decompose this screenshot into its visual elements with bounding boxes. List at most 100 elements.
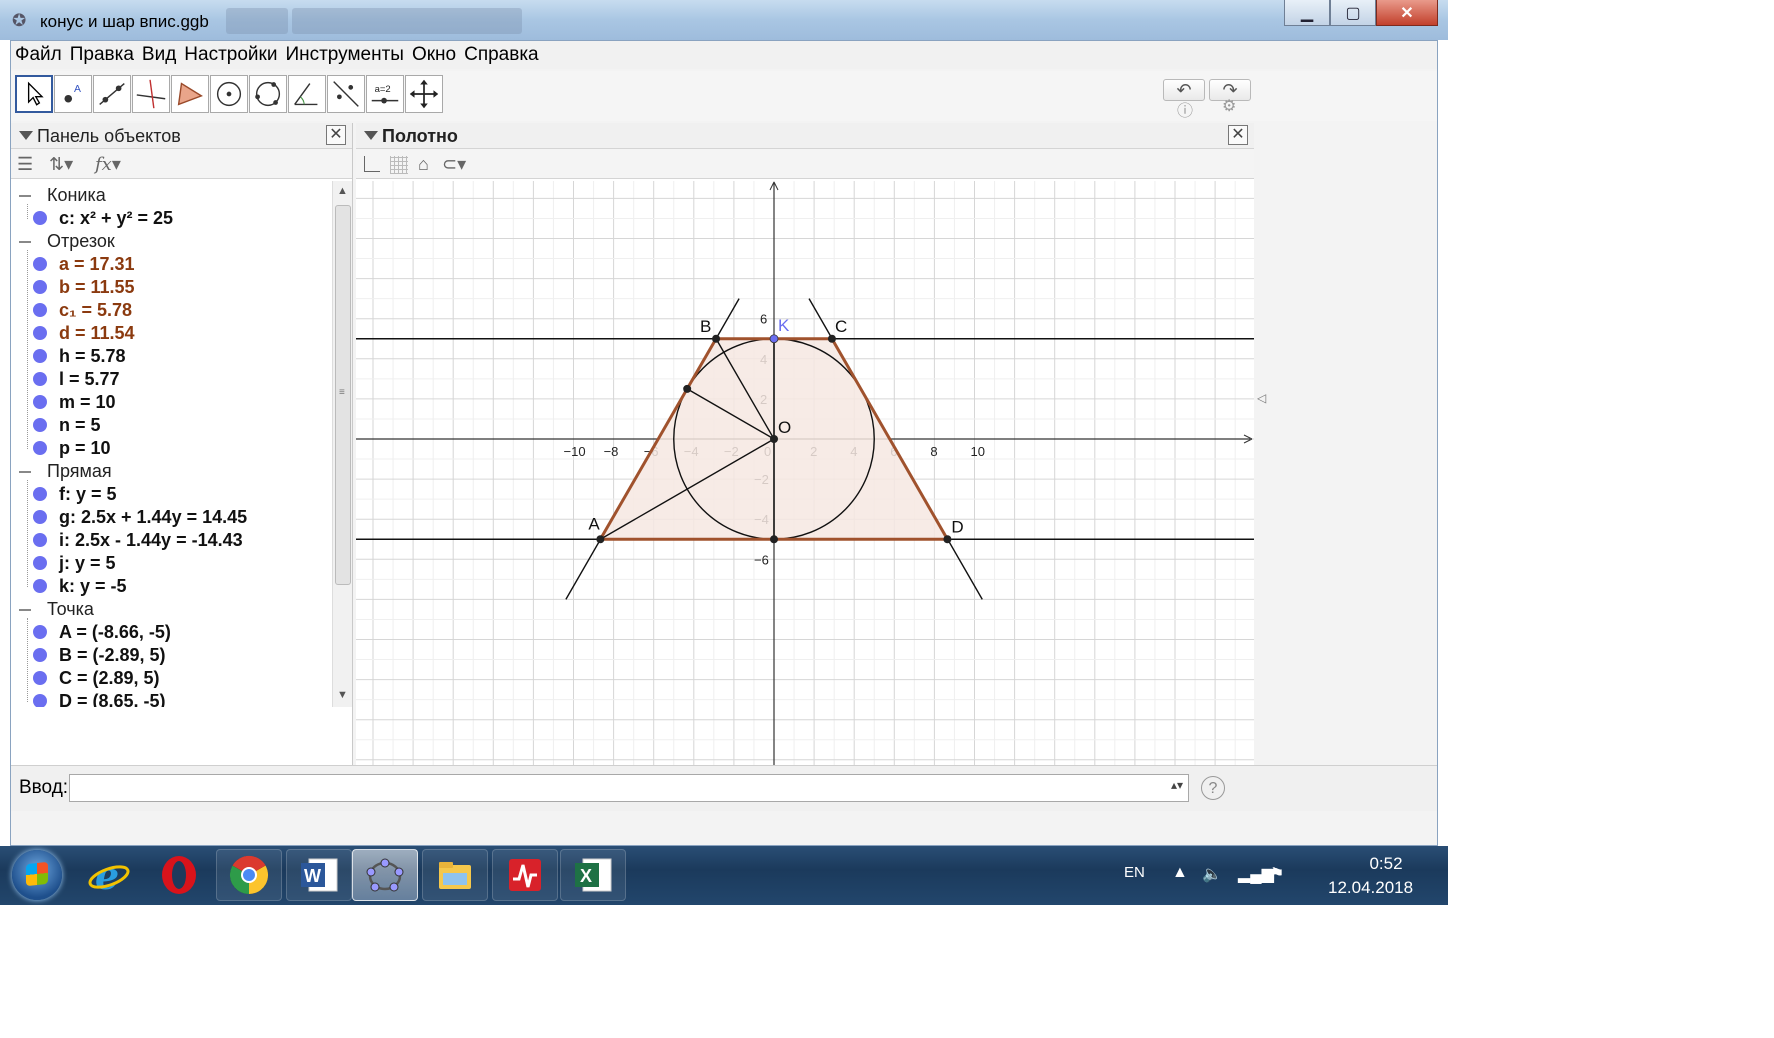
visibility-toggle-icon[interactable]: [33, 418, 47, 432]
point-K[interactable]: [769, 334, 779, 344]
point-tool-icon[interactable]: A: [54, 75, 92, 113]
algebra-category[interactable]: Коника: [19, 185, 106, 206]
close-icon[interactable]: ✕: [326, 125, 346, 145]
graphics-canvas[interactable]: −10−8−6−4−20246810642−2−4−6ABCDKO: [356, 181, 1254, 765]
visibility-toggle-icon[interactable]: [33, 257, 47, 271]
visibility-toggle-icon[interactable]: [33, 280, 47, 294]
show-hidden-icons-icon[interactable]: ▲: [1172, 864, 1188, 882]
menu-item[interactable]: Вид: [142, 44, 176, 66]
algebra-item[interactable]: B = (-2.89, 5): [33, 645, 166, 666]
reflect-tool-icon[interactable]: [327, 75, 365, 113]
menu-item[interactable]: Настройки: [184, 44, 277, 66]
menu-item[interactable]: Файл: [15, 44, 62, 66]
visibility-toggle-icon[interactable]: [33, 349, 47, 363]
point-A[interactable]: [596, 535, 605, 544]
point-D[interactable]: [943, 535, 952, 544]
pdf-viewer-icon[interactable]: [492, 849, 558, 901]
algebra-item[interactable]: d = 11.54: [33, 323, 135, 344]
scroll-down-icon[interactable]: ▼: [337, 689, 348, 701]
visibility-toggle-icon[interactable]: [33, 671, 47, 685]
menu-item[interactable]: Правка: [70, 44, 134, 66]
action-center-flag-icon[interactable]: ⚑: [1270, 864, 1284, 884]
perpendicular-tool-icon[interactable]: [132, 75, 170, 113]
axes-toggle-icon[interactable]: [364, 156, 380, 172]
algebra-item[interactable]: a = 17.31: [33, 254, 135, 275]
algebra-item[interactable]: p = 10: [33, 438, 111, 459]
visibility-toggle-icon[interactable]: [33, 441, 47, 455]
start-button[interactable]: [12, 850, 62, 900]
menu-item[interactable]: Справка: [464, 44, 539, 66]
visibility-toggle-icon[interactable]: [33, 556, 47, 570]
move-view-tool-icon[interactable]: [405, 75, 443, 113]
point-C[interactable]: [827, 334, 836, 343]
excel-icon[interactable]: X: [560, 849, 626, 901]
algebra-item[interactable]: A = (-8.66, -5): [33, 622, 171, 643]
close-icon[interactable]: ✕: [1228, 125, 1248, 145]
circle-three-points-tool-icon[interactable]: [249, 75, 287, 113]
opera-icon[interactable]: [146, 849, 212, 901]
maximize-icon[interactable]: ▢: [1330, 0, 1376, 26]
point-tangent[interactable]: [683, 384, 692, 393]
clock-date[interactable]: 12.04.2018: [1328, 878, 1413, 898]
collapse-minus-icon[interactable]: [19, 609, 31, 612]
scroll-up-icon[interactable]: ▲: [337, 185, 348, 197]
algebra-item[interactable]: f: y = 5: [33, 484, 117, 505]
input-history-spinner-icon[interactable]: ▴▾: [1171, 778, 1183, 792]
settings-icon[interactable]: ⚙: [1222, 96, 1236, 116]
algebra-item[interactable]: C = (2.89, 5): [33, 668, 160, 689]
collapse-minus-icon[interactable]: [19, 471, 31, 474]
point-bottom-mid[interactable]: [770, 535, 778, 544]
minimize-icon[interactable]: ▁: [1284, 0, 1330, 26]
collapse-minus-icon[interactable]: [19, 195, 31, 198]
volume-icon[interactable]: 🔈: [1202, 864, 1222, 884]
point-B[interactable]: [712, 334, 721, 343]
menu-item[interactable]: Инструменты: [285, 44, 403, 66]
visibility-toggle-icon[interactable]: [33, 395, 47, 409]
visibility-toggle-icon[interactable]: [33, 510, 47, 524]
sort-icon[interactable]: ⇅▾: [49, 154, 73, 175]
clock-time[interactable]: 0:52: [1356, 854, 1416, 874]
algebra-scrollbar[interactable]: ▲ ≡ ▼: [332, 181, 352, 707]
algebra-item[interactable]: h = 5.78: [33, 346, 126, 367]
algebra-item[interactable]: b = 11.55: [33, 277, 135, 298]
chrome-icon[interactable]: [216, 849, 282, 901]
window-titlebar[interactable]: ✪ конус и шар впис.ggb ▁ ▢ ✕: [0, 0, 1448, 40]
move-tool-icon[interactable]: [15, 75, 53, 113]
visibility-toggle-icon[interactable]: [33, 694, 47, 707]
algebra-item[interactable]: c₁ = 5.78: [33, 300, 132, 321]
visibility-toggle-icon[interactable]: [33, 326, 47, 340]
close-icon[interactable]: ✕: [1376, 0, 1438, 26]
visibility-toggle-icon[interactable]: [33, 579, 47, 593]
algebra-item[interactable]: D = (8.65, -5): [33, 691, 166, 707]
grid-toggle-icon[interactable]: [390, 156, 408, 174]
point-capture-icon[interactable]: ⊂▾: [442, 154, 466, 175]
angle-tool-icon[interactable]: [288, 75, 326, 113]
geogebra-icon[interactable]: [352, 849, 418, 901]
algebra-item[interactable]: j: y = 5: [33, 553, 116, 574]
circle-center-tool-icon[interactable]: [210, 75, 248, 113]
visibility-toggle-icon[interactable]: [33, 303, 47, 317]
visibility-toggle-icon[interactable]: [33, 372, 47, 386]
algebra-category[interactable]: Точка: [19, 599, 94, 620]
algebra-category[interactable]: Прямая: [19, 461, 112, 482]
visibility-toggle-icon[interactable]: [33, 648, 47, 662]
line-tool-icon[interactable]: [93, 75, 131, 113]
internet-explorer-icon[interactable]: e: [76, 849, 142, 901]
collapse-minus-icon[interactable]: [19, 241, 31, 244]
algebra-item[interactable]: n = 5: [33, 415, 101, 436]
input-field[interactable]: [69, 774, 1189, 802]
collapse-triangle-icon[interactable]: [19, 131, 33, 140]
point-O[interactable]: [770, 435, 778, 443]
network-icon[interactable]: ▂▄▆: [1238, 864, 1274, 884]
file-explorer-icon[interactable]: [422, 849, 488, 901]
panel-resize-handle-icon[interactable]: ◁: [1257, 391, 1266, 405]
algebra-item[interactable]: m = 10: [33, 392, 116, 413]
algebra-item[interactable]: k: y = -5: [33, 576, 127, 597]
auxiliary-objects-icon[interactable]: ☰: [17, 154, 33, 175]
description-mode-icon[interactable]: fx▾: [95, 154, 121, 175]
help-icon[interactable]: ⓘ: [1177, 97, 1193, 121]
input-help-icon[interactable]: ?: [1201, 776, 1225, 800]
visibility-toggle-icon[interactable]: [33, 211, 47, 225]
algebra-category[interactable]: Отрезок: [19, 231, 115, 252]
visibility-toggle-icon[interactable]: [33, 487, 47, 501]
